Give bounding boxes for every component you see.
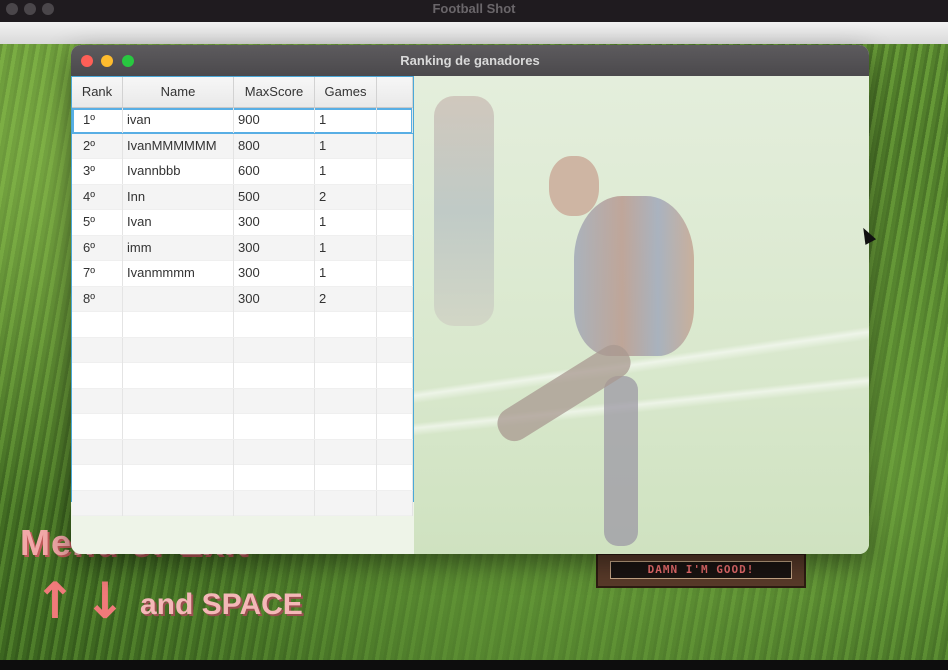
empty-row xyxy=(72,337,413,363)
column-header-filler xyxy=(377,77,413,107)
cell-filler xyxy=(377,210,413,235)
player-leg-figure xyxy=(604,376,638,546)
column-header-rank[interactable]: Rank xyxy=(72,77,123,107)
table-row[interactable]: 8º 300 2 xyxy=(72,286,413,312)
outer-titlebar: Football Shot xyxy=(0,0,948,22)
cell-rank: 8º xyxy=(72,286,123,312)
empty-row xyxy=(72,490,413,516)
cell-name: IvanMMMMMM xyxy=(123,133,234,159)
ranking-titlebar[interactable]: Ranking de ganadores xyxy=(71,45,869,76)
player-torso-figure xyxy=(574,196,694,356)
cell-filler xyxy=(377,286,413,312)
cell-maxscore: 300 xyxy=(234,235,315,261)
cell-games: 1 xyxy=(315,159,377,184)
cell-games: 1 xyxy=(315,261,377,286)
table-row[interactable]: 5º Ivan 300 1 xyxy=(72,210,413,236)
table-header: Rank Name MaxScore Games xyxy=(72,77,413,108)
empty-row xyxy=(72,363,413,389)
empty-row xyxy=(72,388,413,414)
background-player-figure xyxy=(434,96,494,326)
cell-rank: 7º xyxy=(72,261,123,286)
column-header-games[interactable]: Games xyxy=(315,77,377,107)
cell-games: 2 xyxy=(315,286,377,312)
cell-filler xyxy=(377,133,413,159)
controls-text: and SPACE xyxy=(140,588,303,621)
empty-row xyxy=(72,439,413,465)
cell-rank: 4º xyxy=(72,184,123,210)
cell-filler xyxy=(377,108,413,133)
cell-rank: 2º xyxy=(72,133,123,159)
column-header-maxscore[interactable]: MaxScore xyxy=(234,77,315,107)
empty-row xyxy=(72,465,413,491)
empty-row xyxy=(72,414,413,440)
table-row[interactable]: 6º imm 300 1 xyxy=(72,235,413,261)
column-header-name[interactable]: Name xyxy=(123,77,234,107)
bottom-bar xyxy=(0,660,948,670)
player-photo xyxy=(414,76,869,554)
cell-name: Ivanmmmm xyxy=(123,261,234,286)
cell-maxscore: 800 xyxy=(234,133,315,159)
cell-rank: 6º xyxy=(72,235,123,261)
table-row[interactable]: 2º IvanMMMMMM 800 1 xyxy=(72,133,413,159)
outer-toolbar xyxy=(0,22,948,44)
cell-maxscore: 500 xyxy=(234,184,315,210)
arrow-up-icon: ↑ xyxy=(34,572,76,630)
cell-games: 1 xyxy=(315,235,377,261)
cell-name: ivan xyxy=(123,108,234,133)
player-head-figure xyxy=(549,156,599,216)
cell-games: 1 xyxy=(315,210,377,235)
cell-games: 1 xyxy=(315,133,377,159)
table-row[interactable]: 7º Ivanmmmm 300 1 xyxy=(72,261,413,287)
cell-name: imm xyxy=(123,235,234,261)
cell-rank: 5º xyxy=(72,210,123,235)
cell-games: 2 xyxy=(315,184,377,210)
outer-window-title: Football Shot xyxy=(432,1,516,16)
table-body: 1º ivan 900 1 2º IvanMMMMMM 800 1 3º Iva… xyxy=(72,108,413,516)
cell-name xyxy=(123,286,234,312)
cell-rank: 3º xyxy=(72,159,123,184)
banner-text: DAMN I'M GOOD! xyxy=(610,561,792,579)
cell-maxscore: 600 xyxy=(234,159,315,184)
cell-name: Inn xyxy=(123,184,234,210)
cell-rank: 1º xyxy=(72,108,123,133)
table-row[interactable]: 1º ivan 900 1 xyxy=(72,108,413,134)
cell-maxscore: 300 xyxy=(234,261,315,286)
empty-row xyxy=(72,312,413,338)
cell-filler xyxy=(377,261,413,286)
cell-filler xyxy=(377,235,413,261)
cell-name: Ivannbbb xyxy=(123,159,234,184)
cell-maxscore: 300 xyxy=(234,286,315,312)
arrow-down-icon: ↓ xyxy=(84,572,126,630)
cell-maxscore: 300 xyxy=(234,210,315,235)
ranking-window-title: Ranking de ganadores xyxy=(400,53,540,68)
table-row[interactable]: 4º Inn 500 2 xyxy=(72,184,413,210)
cell-name: Ivan xyxy=(123,210,234,235)
ranking-table[interactable]: Rank Name MaxScore Games 1º ivan 900 1 2… xyxy=(71,76,414,516)
cell-games: 1 xyxy=(315,108,377,133)
damn-good-banner: DAMN I'M GOOD! xyxy=(596,553,806,588)
cell-maxscore: 900 xyxy=(234,108,315,133)
table-row[interactable]: 3º Ivannbbb 600 1 xyxy=(72,159,413,185)
ranking-window: Ranking de ganadores Rank Name MaxScore … xyxy=(71,45,869,554)
cell-filler xyxy=(377,159,413,184)
cell-filler xyxy=(377,184,413,210)
